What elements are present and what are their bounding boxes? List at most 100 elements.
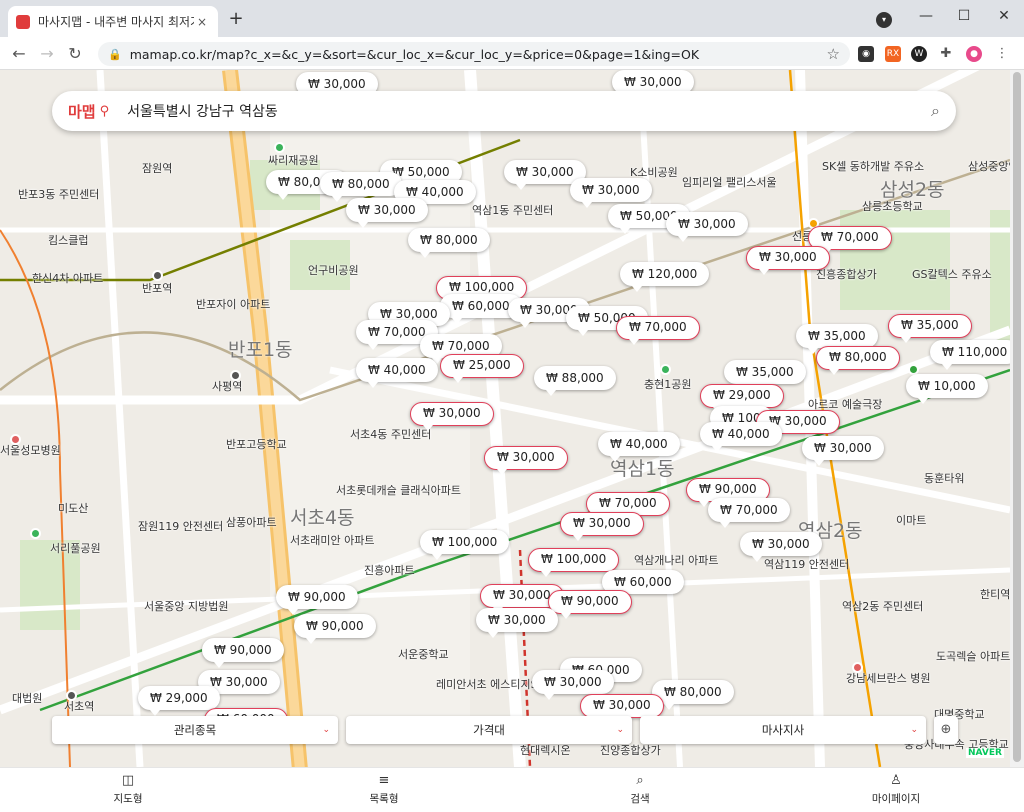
- park-icon: [274, 142, 285, 153]
- price-marker[interactable]: ₩ 100,000: [420, 530, 510, 560]
- price-filter-select[interactable]: 가격대 ⌄: [346, 716, 632, 744]
- place-label: 한티역: [980, 588, 1010, 601]
- address-bar[interactable]: 🔒 mamap.co.kr/map?c_x=&c_y=&sort=&cur_lo…: [98, 42, 850, 66]
- place-label: 역삼119 안전센터: [764, 558, 850, 571]
- nav-mypage[interactable]: ♙ 마이페이지: [768, 768, 1024, 812]
- profile-avatar[interactable]: ●: [966, 46, 982, 62]
- place-label: 반포3동 주민센터: [18, 188, 100, 201]
- place-label: 역삼개나리 아파트: [634, 554, 719, 567]
- bookmark-star-icon[interactable]: ☆: [827, 45, 840, 63]
- price-marker-highlighted[interactable]: ₩ 30,000: [410, 402, 494, 431]
- place-label: 잠원119 안전센터: [138, 520, 224, 533]
- place-label: 킴스클럽: [48, 234, 89, 247]
- price-marker[interactable]: ₩ 80,000: [320, 172, 402, 202]
- hospital-icon: [852, 662, 863, 673]
- price-marker[interactable]: ₩ 120,000: [620, 262, 710, 292]
- w-extension-icon[interactable]: W: [911, 46, 927, 62]
- forward-button[interactable]: →: [36, 43, 58, 65]
- search-icon[interactable]: ⌕: [931, 101, 940, 121]
- place-label: 진흥아파트: [364, 564, 415, 577]
- price-marker-highlighted[interactable]: ₩ 25,000: [440, 354, 524, 383]
- minimize-button[interactable]: —: [916, 6, 936, 26]
- price-marker[interactable]: ₩ 30,000: [532, 670, 614, 700]
- price-marker-highlighted[interactable]: ₩ 30,000: [746, 246, 830, 275]
- price-marker[interactable]: ₩ 88,000: [534, 366, 616, 396]
- type-filter-label: 마사지사: [761, 723, 805, 737]
- price-marker[interactable]: ₩ 30,000: [740, 532, 822, 562]
- price-marker[interactable]: ₩ 70,000: [708, 498, 790, 528]
- new-tab-button[interactable]: +: [226, 10, 246, 30]
- place-label: 삼풍아파트: [226, 516, 277, 529]
- map-canvas[interactable]: 반포1동 서초4동 역삼1동 역삼2동 삼성2동 잠원역 반포역 반포자이 아파…: [0, 70, 1010, 767]
- price-marker-highlighted[interactable]: ₩ 70,000: [616, 316, 700, 345]
- place-label: 반포고등학교: [226, 438, 287, 451]
- place-label: SK셀 동하개발 주유소: [822, 160, 925, 173]
- price-marker[interactable]: ₩ 40,000: [700, 422, 782, 452]
- price-marker-highlighted[interactable]: ₩ 30,000: [560, 512, 644, 541]
- nav-label: 목록형: [369, 793, 399, 805]
- price-marker[interactable]: ₩ 30,000: [802, 436, 884, 466]
- price-marker[interactable]: ₩ 30,000: [346, 198, 428, 228]
- browser-tab[interactable]: 마사지맵 - 내주변 마사지 최저가 ×: [8, 6, 218, 37]
- price-marker[interactable]: ₩ 10,000: [906, 374, 988, 404]
- price-filter-label: 가격대: [473, 723, 505, 737]
- browser-tab-strip: 마사지맵 - 내주변 마사지 최저가 × + ▾ — ☐ ✕: [0, 0, 1024, 37]
- price-marker[interactable]: ₩ 30,000: [476, 608, 558, 638]
- current-location-button[interactable]: ⊕: [934, 716, 958, 744]
- price-marker[interactable]: ₩ 30,000: [570, 178, 652, 208]
- back-button[interactable]: ←: [8, 43, 30, 65]
- price-marker[interactable]: ₩ 80,000: [652, 680, 734, 710]
- place-label: 서초롯데캐슬 클래식아파트: [336, 484, 461, 497]
- price-marker[interactable]: ₩ 90,000: [202, 638, 284, 668]
- nav-search[interactable]: ⌕ 검색: [512, 768, 768, 812]
- price-marker[interactable]: ₩ 90,000: [294, 614, 376, 644]
- close-window-button[interactable]: ✕: [994, 6, 1014, 26]
- category-filter-label: 관리종목: [173, 723, 217, 737]
- location-search-bar[interactable]: 마맵 ⚲ 서울특별시 강남구 역삼동 ⌕: [52, 91, 956, 131]
- tab-close-icon[interactable]: ×: [194, 15, 210, 29]
- price-marker[interactable]: ₩ 35,000: [724, 360, 806, 390]
- page-scrollbar[interactable]: [1010, 70, 1024, 767]
- place-label: 역삼2동 주민센터: [842, 600, 924, 613]
- price-marker[interactable]: ₩ 110,000: [930, 340, 1010, 370]
- price-marker-highlighted[interactable]: ₩ 30,000: [580, 694, 664, 723]
- price-marker[interactable]: ₩ 30,000: [666, 212, 748, 242]
- price-marker-highlighted[interactable]: ₩ 30,000: [484, 446, 568, 475]
- place-label: 서초4동 주민센터: [350, 428, 432, 441]
- nav-map-view[interactable]: ◫ 지도형: [0, 768, 256, 812]
- url-text: mamap.co.kr/map?c_x=&c_y=&sort=&cur_loc_…: [129, 46, 700, 62]
- price-marker[interactable]: ₩ 40,000: [598, 432, 680, 462]
- tab-search-icon[interactable]: ▾: [876, 12, 892, 28]
- price-marker[interactable]: ₩ 80,000: [408, 228, 490, 258]
- glasses-extension-icon[interactable]: ◉: [858, 46, 874, 62]
- reload-button[interactable]: ↻: [64, 43, 86, 65]
- brand-logo[interactable]: 마맵: [68, 101, 96, 122]
- rx-extension-icon[interactable]: RX: [885, 46, 901, 62]
- nav-list-view[interactable]: ≡ 목록형: [256, 768, 512, 812]
- naver-logo: NAVER: [966, 748, 1004, 758]
- browser-toolbar: ← → ↻ 🔒 mamap.co.kr/map?c_x=&c_y=&sort=&…: [0, 37, 1024, 70]
- price-marker[interactable]: ₩ 29,000: [138, 686, 220, 716]
- chevron-down-icon: ⌄: [910, 725, 918, 735]
- price-marker-highlighted[interactable]: ₩ 35,000: [888, 314, 972, 343]
- category-filter-select[interactable]: 관리종목 ⌄: [52, 716, 338, 744]
- chrome-menu-icon[interactable]: ⋮: [994, 46, 1010, 62]
- chevron-down-icon: ⌄: [322, 725, 330, 735]
- price-marker-highlighted[interactable]: ₩ 29,000: [700, 384, 784, 413]
- scrollbar-thumb[interactable]: [1013, 72, 1021, 762]
- place-label: 서울성모병원: [0, 444, 61, 457]
- maximize-button[interactable]: ☐: [954, 6, 974, 26]
- price-marker[interactable]: ₩ 35,000: [796, 324, 878, 354]
- price-marker[interactable]: ₩ 90,000: [276, 585, 358, 615]
- subway-station-icon: [152, 270, 163, 281]
- location-pin-icon: ⚲: [99, 103, 110, 119]
- puzzle-extension-icon[interactable]: ✚: [938, 46, 954, 62]
- price-marker[interactable]: ₩ 40,000: [356, 358, 438, 388]
- nav-label: 검색: [630, 793, 650, 805]
- park-icon: [30, 528, 41, 539]
- price-marker-highlighted[interactable]: ₩ 90,000: [548, 590, 632, 619]
- type-filter-select[interactable]: 마사지사 ⌄: [640, 716, 926, 744]
- current-location-text[interactable]: 서울특별시 강남구 역삼동: [127, 101, 931, 121]
- price-marker-highlighted[interactable]: ₩ 80,000: [816, 346, 900, 375]
- price-marker-highlighted[interactable]: ₩ 100,000: [528, 548, 620, 577]
